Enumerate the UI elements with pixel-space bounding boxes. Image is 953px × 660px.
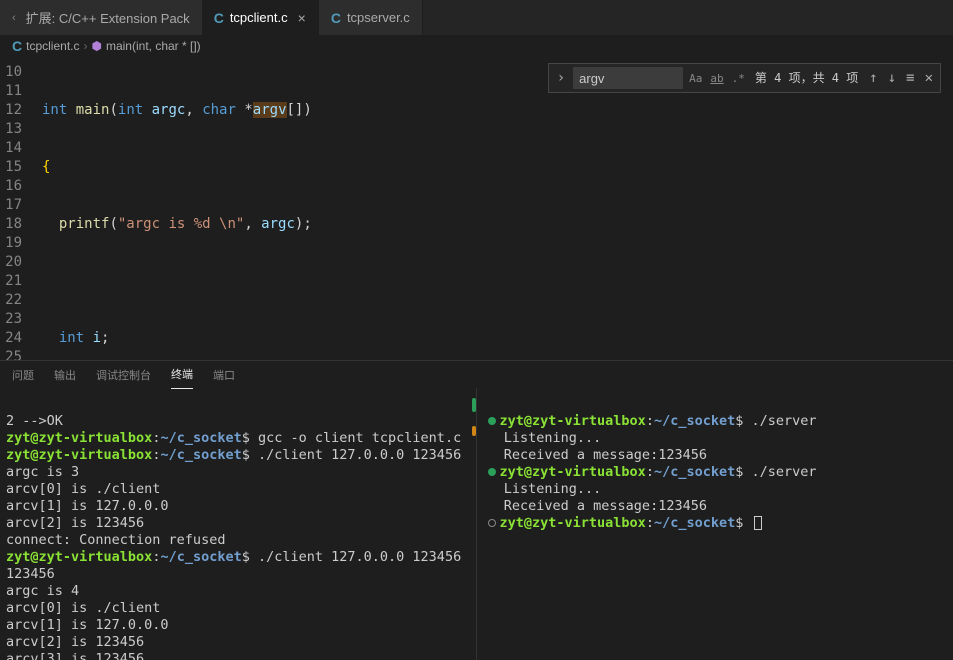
panel-tab-terminal[interactable]: 终端 (171, 360, 193, 389)
code-area[interactable]: int main(int argc, char *argv[]) { print… (42, 57, 953, 360)
status-dot-icon (488, 519, 496, 527)
match-case-button[interactable]: Aa (687, 69, 704, 88)
tab-ext-label: 扩展: C/C++ Extension Pack (26, 8, 190, 27)
c-file-icon: C (12, 38, 22, 54)
tab-label: tcpclient.c (230, 10, 288, 25)
chevron-right-icon[interactable]: › (553, 69, 569, 88)
whole-word-button[interactable]: ab (708, 69, 725, 88)
split-marker-icon (472, 398, 476, 412)
chevron-left-icon: ‹ (12, 12, 16, 24)
breadcrumb[interactable]: C tcpclient.c › ⬢ main(int, char * []) (0, 35, 953, 57)
tab-label: tcpserver.c (347, 10, 410, 25)
panel-tab-debug[interactable]: 调试控制台 (96, 361, 151, 389)
close-icon[interactable]: × (298, 10, 306, 26)
search-input[interactable] (573, 67, 683, 89)
split-marker-icon (472, 426, 476, 436)
tab-tcpclient[interactable]: C tcpclient.c × (202, 0, 319, 35)
regex-button[interactable]: .* (730, 69, 747, 88)
panel-tab-output[interactable]: 输出 (54, 361, 76, 389)
panel-tabs: 问题 输出 调试控制台 终端 端口 (0, 360, 953, 388)
terminal-splitter[interactable] (472, 388, 482, 660)
symbol-icon: ⬢ (91, 39, 101, 53)
c-file-icon: C (214, 10, 224, 26)
prev-match-icon[interactable]: ↑ (866, 69, 880, 88)
close-icon[interactable]: ✕ (922, 69, 936, 88)
terminal-area: 2 -->OK zyt@zyt-virtualbox:~/c_socket$ g… (0, 388, 953, 660)
editor-tabs: ‹ 扩展: C/C++ Extension Pack C tcpclient.c… (0, 0, 953, 35)
terminal-right[interactable]: zyt@zyt-virtualbox:~/c_socket$ ./server … (482, 388, 953, 660)
line-gutter: 101112 131415 161718 192021 222324 25 (0, 57, 42, 360)
breadcrumb-file: tcpclient.c (26, 39, 79, 53)
find-widget: › Aa ab .* 第 4 项，共 4 项 ↑ ↓ ≡ ✕ (548, 63, 941, 93)
next-match-icon[interactable]: ↓ (885, 69, 899, 88)
breadcrumb-symbol: main(int, char * []) (106, 39, 201, 53)
terminal-left[interactable]: 2 -->OK zyt@zyt-virtualbox:~/c_socket$ g… (0, 388, 472, 660)
status-dot-icon (488, 417, 496, 425)
find-in-selection-icon[interactable]: ≡ (903, 69, 917, 88)
panel-tab-ports[interactable]: 端口 (213, 361, 235, 389)
find-count: 第 4 项，共 4 项 (755, 69, 858, 88)
tab-tcpserver[interactable]: C tcpserver.c (319, 0, 423, 35)
c-file-icon: C (331, 10, 341, 26)
cursor-icon (754, 516, 762, 530)
editor[interactable]: 101112 131415 161718 192021 222324 25 in… (0, 57, 953, 360)
panel-tab-problems[interactable]: 问题 (12, 361, 34, 389)
chevron-right-icon: › (83, 39, 87, 53)
tab-extension[interactable]: ‹ 扩展: C/C++ Extension Pack (0, 0, 202, 35)
status-dot-icon (488, 468, 496, 476)
